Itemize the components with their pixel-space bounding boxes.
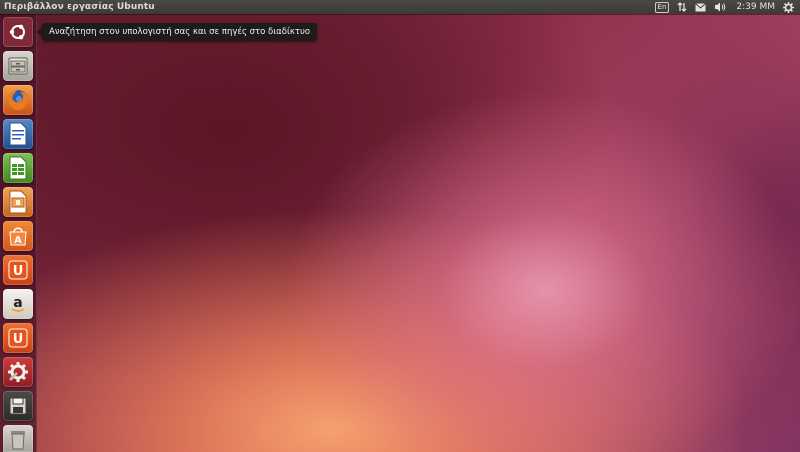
trash-button[interactable] [3, 425, 33, 452]
trash-icon [11, 430, 25, 449]
writer-icon [9, 122, 27, 146]
dash-tooltip: Αναζήτηση στον υπολογιστή σας και σε πηγ… [35, 23, 318, 41]
keyboard-layout-label: En [654, 1, 670, 13]
network-updown-icon[interactable] [677, 0, 687, 14]
software-center-button[interactable]: A [3, 221, 33, 251]
file-cabinet-icon [8, 57, 28, 75]
svg-text:U: U [13, 264, 24, 279]
clock[interactable]: 2:39 ΜΜ [736, 0, 775, 14]
launcher: A U a U [0, 14, 37, 452]
ubuntu-one-icon: U [8, 260, 28, 280]
settings-icon [8, 362, 28, 382]
libreoffice-writer-button[interactable] [3, 119, 33, 149]
ubuntu-one-icon: U [8, 328, 28, 348]
firefox-button[interactable] [3, 85, 33, 115]
amazon-button[interactable]: a [3, 289, 33, 319]
impress-icon [9, 190, 27, 214]
svg-text:U: U [13, 332, 24, 347]
svg-text:A: A [14, 235, 22, 246]
libreoffice-impress-button[interactable] [3, 187, 33, 217]
floppy-icon [9, 397, 27, 415]
amazon-icon: a [11, 295, 25, 312]
keyboard-indicator[interactable]: En [654, 0, 670, 14]
calc-icon [9, 156, 27, 180]
indicator-area: En 2:39 ΜΜ [647, 0, 800, 14]
mail-icon[interactable] [695, 0, 707, 14]
firefox-icon [8, 90, 28, 110]
workspace-switcher-button[interactable] [3, 391, 33, 421]
ubuntu-logo-icon [9, 24, 25, 40]
top-panel: Περιβάλλον εργασίας Ubuntu En 2:39 ΜΜ [0, 0, 800, 14]
system-settings-button[interactable] [3, 357, 33, 387]
svg-text:a: a [13, 295, 22, 311]
files-button[interactable] [3, 51, 33, 81]
ubuntu-one-button[interactable]: U [3, 255, 33, 285]
panel-title: Περιβάλλον εργασίας Ubuntu [4, 2, 155, 12]
ubuntu-one-music-button[interactable]: U [3, 323, 33, 353]
gear-icon[interactable] [783, 0, 794, 14]
libreoffice-calc-button[interactable] [3, 153, 33, 183]
volume-icon[interactable] [714, 0, 726, 14]
dash-home-button[interactable] [3, 17, 33, 47]
software-center-icon: A [9, 227, 27, 246]
desktop-wallpaper[interactable] [0, 0, 800, 452]
